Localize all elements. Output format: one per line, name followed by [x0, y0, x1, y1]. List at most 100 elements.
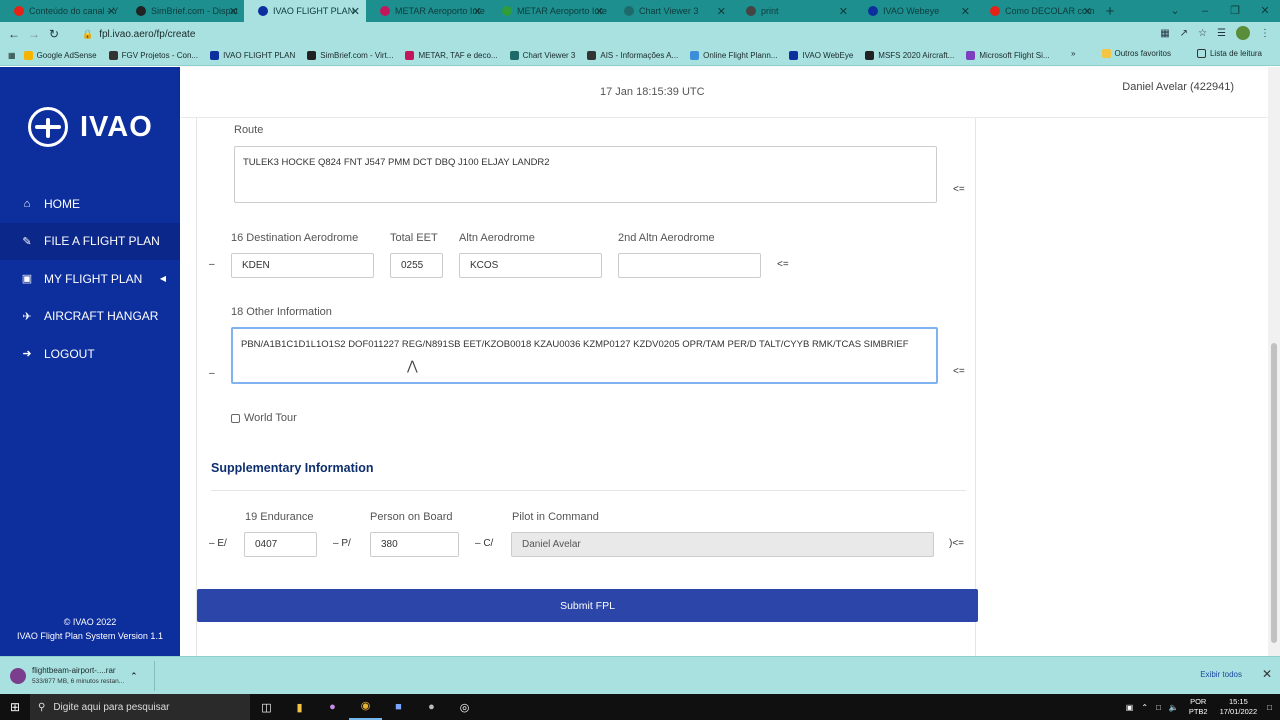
search-icon: ⚲ — [38, 701, 46, 713]
endurance-label: 19 Endurance — [245, 511, 314, 523]
window-close-icon[interactable]: ✕ — [1250, 0, 1280, 22]
browser-tab[interactable]: print ✕ — [732, 0, 854, 22]
taskbar-search[interactable]: ⚲ Digite aqui para pesquisar — [30, 694, 250, 720]
download-item[interactable]: flightbeam-airport-....rar 533/877 MB, 6… — [10, 661, 155, 691]
msfs-icon[interactable]: ■ — [382, 701, 415, 713]
sidebar-item-home[interactable]: ⌂ HOME — [0, 185, 180, 223]
bookmark-item[interactable]: IVAO FLIGHT PLAN — [210, 51, 295, 60]
bookmark-item[interactable]: Google AdSense — [23, 51, 97, 60]
chevron-up-tray-icon[interactable]: ⌃ — [1141, 703, 1148, 712]
sidebar-item-file-flight-plan[interactable]: ✎ FILE A FLIGHT PLAN — [0, 222, 180, 260]
browser-tab[interactable]: Chart Viewer 3 ✕ — [610, 0, 732, 22]
bookmark-item[interactable]: AIS - Informações A... — [587, 51, 678, 60]
tab-close-icon[interactable]: ✕ — [229, 5, 238, 18]
other-info-textarea[interactable]: PBN/A1B1C1D1L1O1S2 DOF011227 REG/N891SB … — [231, 327, 938, 384]
tab-close-icon[interactable]: ✕ — [717, 5, 726, 18]
altn-field[interactable]: KCOS — [459, 253, 602, 278]
app3-icon[interactable]: ◎ — [448, 701, 481, 714]
eet-field[interactable]: 0255 — [390, 253, 443, 278]
browser-tab[interactable]: IVAO FLIGHT PLAN ✕ — [244, 0, 366, 22]
tab-close-icon[interactable]: ✕ — [351, 5, 360, 18]
submit-fpl-button[interactable]: Submit FPL — [197, 589, 978, 622]
chrome-icon[interactable]: ◉ — [349, 694, 382, 720]
restore-icon[interactable]: ❐ — [1220, 0, 1250, 22]
bookmark-item[interactable]: METAR, TAF e deco... — [405, 51, 498, 60]
url-field[interactable]: 🔒 fpl.ivao.aero/fp/create — [82, 29, 195, 40]
new-tab-icon[interactable]: + — [1098, 0, 1122, 22]
minimize-icon[interactable]: – — [1190, 0, 1220, 22]
altn2-label: 2nd Altn Aerodrome — [618, 232, 715, 244]
browser-tab[interactable]: IVAO Webeye ✕ — [854, 0, 976, 22]
volume-icon[interactable]: 🔈 — [1169, 703, 1179, 712]
plane-icon: ✈ — [22, 310, 32, 323]
show-all-link[interactable]: Exibir todos — [1200, 670, 1242, 679]
endurance-field[interactable]: 0407 — [244, 532, 317, 557]
profile-avatar[interactable] — [1236, 26, 1250, 40]
reload-icon[interactable]: ↻ — [44, 27, 64, 41]
endurance-prefix: – E/ — [209, 538, 227, 549]
star-icon[interactable]: ☆ — [1198, 28, 1207, 39]
bookmark-label: Online Flight Plann... — [703, 51, 778, 60]
media-icon[interactable]: ☰ — [1217, 28, 1226, 39]
text-cursor-icon: ⋀ — [407, 358, 418, 373]
destination-field[interactable]: KDEN — [231, 253, 374, 278]
notification-icon[interactable]: □ — [1267, 703, 1272, 712]
taskbar-clock[interactable]: 15:15 17/01/2022 — [1220, 697, 1258, 717]
bookmark-item[interactable]: Online Flight Plann... — [690, 51, 777, 60]
tab-search-icon[interactable]: ⌄ — [1160, 0, 1190, 22]
browser-tab[interactable]: Conteúdo do canal - Y ✕ — [0, 0, 122, 22]
ivao-logo[interactable]: IVAO — [28, 107, 153, 147]
language-indicator[interactable]: POR PTB2 — [1189, 697, 1208, 717]
tab-close-icon[interactable]: ✕ — [1083, 5, 1092, 18]
page-scrollbar[interactable] — [1268, 67, 1280, 656]
pob-field[interactable]: 380 — [370, 532, 459, 557]
tab-close-icon[interactable]: ✕ — [473, 5, 482, 18]
browser-tab[interactable]: METAR Aeroporto Inte ✕ — [488, 0, 610, 22]
bookmark-favicon-icon — [966, 51, 976, 60]
browser-tab[interactable]: SimBrief.com - Dispat ✕ — [122, 0, 244, 22]
menu-icon[interactable]: ⋮ — [1260, 28, 1270, 39]
bookmarks-overflow-icon[interactable]: » — [1071, 49, 1075, 58]
altn2-field[interactable] — [618, 253, 761, 278]
share-icon[interactable]: ↗ — [1180, 28, 1188, 39]
tab-close-icon[interactable]: ✕ — [961, 5, 970, 18]
bookmark-favicon-icon — [509, 51, 519, 60]
back-icon[interactable]: ← — [4, 27, 24, 41]
bookmark-item[interactable]: Microsoft Flight Si... — [966, 51, 1050, 60]
sidebar-item-logout[interactable]: ➜ LOGOUT — [0, 335, 180, 373]
apps-icon[interactable]: ▦ — [8, 51, 16, 60]
rar-file-icon — [10, 668, 26, 684]
close-icon[interactable]: ✕ — [1262, 667, 1272, 681]
sidebar-item-my-flight-plan[interactable]: ▣ MY FLIGHT PLAN ◀ — [0, 260, 180, 298]
bookmark-item[interactable]: SimBrief.com - Virt... — [307, 51, 393, 60]
tab-title: IVAO FLIGHT PLAN — [273, 6, 355, 16]
tab-close-icon[interactable]: ✕ — [107, 5, 116, 18]
bookmark-item[interactable]: FGV Projetos - Con... — [108, 51, 198, 60]
translate-icon[interactable]: ▦ — [1160, 28, 1169, 39]
windows-start-icon[interactable]: ⊞ — [0, 700, 30, 714]
other-favorites[interactable]: Outros favoritos — [1101, 49, 1171, 58]
file-explorer-icon[interactable]: ▮ — [283, 701, 316, 714]
tab-close-icon[interactable]: ✕ — [839, 5, 848, 18]
sidebar-item-aircraft-hangar[interactable]: ✈ AIRCRAFT HANGAR — [0, 298, 180, 336]
forward-icon[interactable]: → — [24, 27, 44, 41]
bookmark-item[interactable]: Chart Viewer 3 — [509, 51, 575, 60]
task-view-icon[interactable]: ◫ — [250, 701, 283, 714]
user-name[interactable]: Daniel Avelar (422941) — [1122, 81, 1234, 93]
world-tour-checkbox[interactable] — [231, 414, 240, 423]
route-textarea[interactable]: TULEK3 HOCKE Q824 FNT J547 PMM DCT DBQ J… — [234, 146, 937, 203]
browser-tab[interactable]: METAR Aeroporto Inte ✕ — [366, 0, 488, 22]
network-icon[interactable]: □ — [1156, 703, 1161, 712]
reading-list[interactable]: Lista de leitura — [1196, 49, 1262, 58]
bookmark-item[interactable]: MSFS 2020 Aircraft... — [865, 51, 954, 60]
app2-icon[interactable]: ● — [415, 701, 448, 713]
chevron-up-icon[interactable]: ⌃ — [130, 671, 138, 682]
tab-favicon-icon — [380, 6, 390, 16]
browser-tab[interactable]: Como DECOLAR com ✕ — [976, 0, 1098, 22]
tab-close-icon[interactable]: ✕ — [595, 5, 604, 18]
tray-app-icon[interactable]: ▣ — [1126, 703, 1134, 712]
scrollbar-thumb[interactable] — [1271, 343, 1277, 643]
bookmark-item[interactable]: IVAO WebEye — [789, 51, 853, 60]
destination-prefix: – — [209, 259, 215, 270]
app-icon[interactable]: ● — [316, 701, 349, 713]
